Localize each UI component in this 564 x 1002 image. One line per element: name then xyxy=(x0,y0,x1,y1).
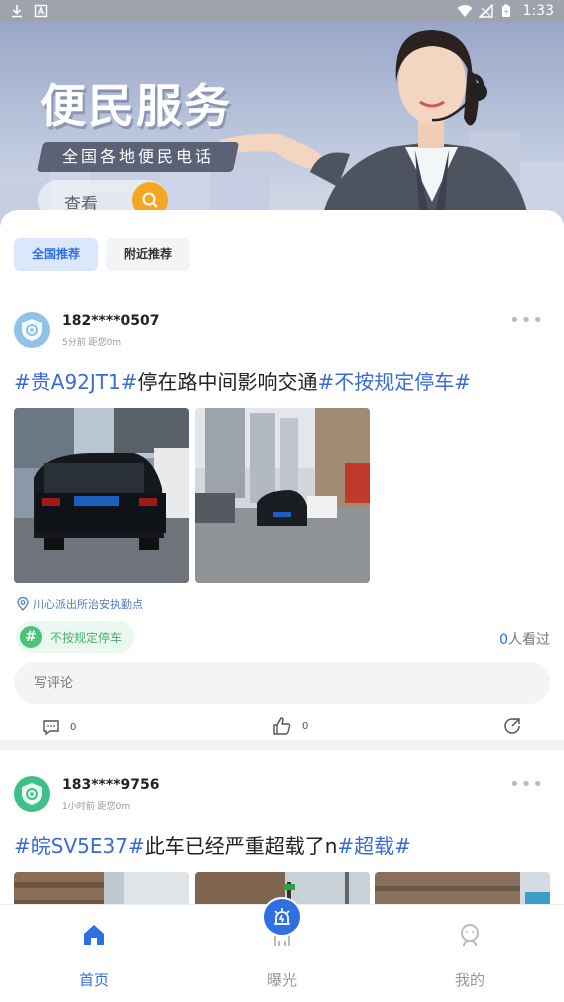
post-body: 停在路中间影响交通 xyxy=(137,370,318,394)
topic-chip[interactable]: # 不按规定停车 xyxy=(16,621,135,653)
expose-fab-button[interactable] xyxy=(262,897,302,937)
share-button[interactable] xyxy=(502,716,522,736)
plate-tag[interactable]: #皖SV5E37# xyxy=(14,834,145,858)
post-divider xyxy=(0,740,564,750)
tab-national[interactable]: 全国推荐 xyxy=(14,238,99,271)
post-meta: 5分前 距您0m xyxy=(62,338,122,348)
comment-button[interactable]: 0 xyxy=(42,718,76,736)
nav-home[interactable]: 首页 xyxy=(0,905,188,1002)
avatar[interactable] xyxy=(14,776,50,812)
like-button[interactable]: 0 xyxy=(272,716,308,736)
post-username[interactable]: 182****0507 xyxy=(62,313,159,329)
avatar[interactable] xyxy=(14,312,50,348)
download-icon xyxy=(10,4,24,18)
feed-panel: 全国推荐 附近推荐 182****0507 5分前 距您0m ••• #贵A92… xyxy=(0,210,564,910)
post-photo[interactable] xyxy=(14,408,189,583)
topic-tag[interactable]: #超载# xyxy=(337,834,411,858)
signal-icon xyxy=(477,3,493,18)
service-banner[interactable]: 便民服务 全国各地便民电话 查看 xyxy=(0,22,564,232)
feed-tabs: 全国推荐 附近推荐 xyxy=(14,238,191,271)
comment-count: 0 xyxy=(70,721,77,733)
post-card[interactable]: 183****9756 1小时前 距您0m ••• #皖SV5E37#此车已经严… xyxy=(0,762,564,910)
post-meta: 1小时前 距您0m xyxy=(62,802,131,812)
banner-title: 便民服务 xyxy=(40,79,232,133)
alarm-icon xyxy=(274,908,290,925)
nav-profile-label: 我的 xyxy=(454,971,485,989)
share-icon xyxy=(504,718,520,734)
police-badge-icon xyxy=(22,319,42,341)
wifi-icon xyxy=(457,4,473,18)
nav-home-label: 首页 xyxy=(78,971,109,989)
comment-input[interactable] xyxy=(14,662,550,704)
font-icon xyxy=(34,4,48,18)
post-content[interactable]: #皖SV5E37#此车已经严重超载了n#超载# xyxy=(14,830,411,859)
post-location[interactable]: 川心派出所治安执勤点 xyxy=(16,596,143,612)
topic-tag[interactable]: #不按规定停车# xyxy=(318,370,472,394)
status-bar: 1:33 xyxy=(0,0,564,22)
post-body: 此车已经严重超载了n xyxy=(144,834,338,858)
tab-nearby[interactable]: 附近推荐 xyxy=(106,238,191,271)
nav-expose-label: 曝光 xyxy=(266,971,297,989)
topic-chip-label: 不按规定停车 xyxy=(50,630,123,645)
battery-icon xyxy=(501,4,515,18)
profile-icon xyxy=(461,924,479,947)
banner-subtitle: 全国各地便民电话 xyxy=(36,142,240,172)
plate-tag[interactable]: #贵A92JT1# xyxy=(14,370,138,394)
comment-icon xyxy=(43,720,59,736)
view-count-number: 0 xyxy=(499,632,508,648)
thumbs-up-icon xyxy=(273,717,291,735)
post-photo[interactable] xyxy=(195,408,370,583)
more-icon[interactable]: ••• xyxy=(509,774,544,795)
view-count-suffix: 人看过 xyxy=(508,632,550,648)
hashtag-icon: # xyxy=(20,626,42,648)
police-badge-icon xyxy=(22,783,42,805)
location-label: 川心派出所治安执勤点 xyxy=(33,598,143,611)
post-content[interactable]: #贵A92JT1#停在路中间影响交通#不按规定停车# xyxy=(14,366,471,395)
customer-service-agent-image xyxy=(220,30,530,227)
post-username[interactable]: 183****9756 xyxy=(62,777,159,793)
app-root: 1:33 便民服务 全国各地便民电话 查看 全国推荐 附近推荐 182****0… xyxy=(0,0,564,1002)
view-count: 0人看过 xyxy=(499,629,550,649)
more-icon[interactable]: ••• xyxy=(509,310,544,331)
status-time: 1:33 xyxy=(522,3,554,19)
home-icon xyxy=(84,925,104,945)
location-pin-icon xyxy=(17,597,29,611)
post-card[interactable]: 182****0507 5分前 距您0m ••• #贵A92JT1#停在路中间影… xyxy=(0,298,564,738)
like-count: 0 xyxy=(302,720,309,732)
bottom-navigation: 首页 曝光 我的 xyxy=(0,897,564,1002)
nav-profile[interactable]: 我的 xyxy=(376,905,564,1002)
